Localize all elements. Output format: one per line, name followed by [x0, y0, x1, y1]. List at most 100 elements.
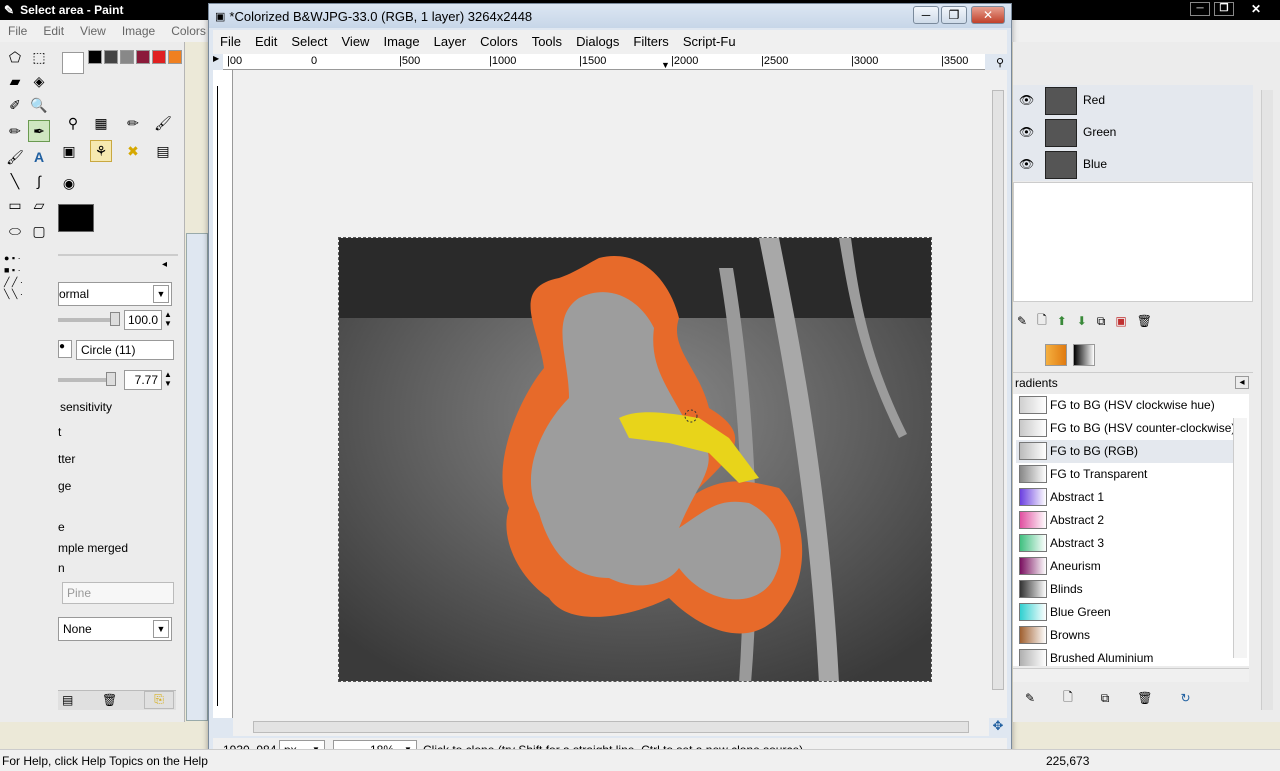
gradient-item[interactable]: Abstract 2 [1016, 509, 1244, 532]
zoom-image-icon[interactable]: ⚲ [993, 56, 1007, 70]
minimize-button[interactable]: ─ [913, 6, 939, 24]
eraser-icon[interactable]: ▰ [4, 70, 26, 92]
close-button[interactable]: ✕ [971, 6, 1005, 24]
gradient-scrollbar[interactable] [1233, 418, 1247, 658]
opacity-spinner-icon[interactable]: ▲ ▼ [164, 310, 172, 328]
gradient-item[interactable]: Abstract 1 [1016, 486, 1244, 509]
bucket-icon[interactable]: ▣ [58, 140, 80, 162]
gradient-tab-icon[interactable] [1045, 344, 1067, 366]
gradient-item[interactable]: Browns [1016, 624, 1244, 647]
scale-slider[interactable] [58, 378, 108, 382]
mode-select[interactable]: ormal ▼ [58, 282, 172, 306]
gradient-item[interactable]: FG to BG (HSV clockwise hue) [1016, 394, 1244, 417]
paintbrush-tool-icon[interactable]: ✏ [122, 112, 144, 134]
new-gradient-icon[interactable]: 🗋 [1063, 688, 1073, 709]
color-swatch-maroon[interactable] [136, 50, 150, 64]
paint-menu-view[interactable]: View [72, 20, 114, 42]
menu-edit[interactable]: Edit [248, 30, 284, 54]
paint-menu-colors[interactable]: Colors [163, 20, 214, 42]
paint-menu-file[interactable]: File [0, 20, 35, 42]
horizontal-scroll-thumb[interactable] [253, 721, 969, 733]
chevron-down-icon[interactable]: ▼ [153, 620, 169, 638]
blend-icon[interactable]: ▦ [90, 112, 112, 134]
color-swatch-red[interactable] [152, 50, 166, 64]
foreground-color-swatch[interactable] [58, 204, 94, 232]
gradient-item[interactable]: FG to BG (HSV counter-clockwise) [1016, 417, 1244, 440]
option-5[interactable]: e [58, 520, 65, 534]
paint-menu-edit[interactable]: Edit [35, 20, 72, 42]
vertical-scrollbar[interactable] [989, 70, 1007, 718]
chevron-down-icon[interactable]: ▼ [153, 285, 169, 303]
image-canvas[interactable] [338, 237, 932, 682]
ellipse-icon[interactable]: ⬭ [4, 220, 26, 242]
refresh-icon[interactable]: ↻ [1181, 691, 1191, 705]
configure-icon[interactable]: ◂ [1235, 376, 1249, 389]
polygon-icon[interactable]: ▱ [28, 194, 50, 216]
menu-select[interactable]: Select [284, 30, 334, 54]
color-picker-icon[interactable]: ✐ [4, 94, 26, 116]
color-swatch-orange[interactable] [168, 50, 182, 64]
free-select-icon[interactable]: ⬠ [4, 46, 26, 68]
scale-slider-handle[interactable] [106, 372, 116, 386]
fill-icon[interactable]: ◈ [28, 70, 50, 92]
duplicate-gradient-icon[interactable]: ⧉ [1101, 691, 1110, 706]
magic-wand-icon[interactable]: ⚲ [62, 112, 84, 134]
clone-icon[interactable]: ⚘ [90, 140, 112, 162]
opacity-slider[interactable] [58, 318, 116, 322]
menu-tools[interactable]: Tools [525, 30, 569, 54]
rect-select-icon[interactable]: ⬚ [28, 46, 50, 68]
line-icon[interactable]: ╲ [4, 170, 26, 192]
gradient-tab-icon-2[interactable] [1073, 344, 1095, 366]
scale-field[interactable]: 7.77 [124, 370, 162, 390]
gradient-item[interactable]: FG to BG (RGB) [1016, 440, 1244, 463]
ink-icon[interactable]: 🖌 [152, 112, 174, 134]
restore-icon[interactable]: ⎘ [144, 691, 174, 709]
menu-script-fu[interactable]: Script-Fu [676, 30, 743, 54]
paint-minimize-button[interactable]: ─ [1190, 2, 1210, 16]
menu-image[interactable]: Image [376, 30, 426, 54]
channel-row-green[interactable]: 👁 Green [1013, 117, 1253, 149]
gradient-item[interactable]: Aneurism [1016, 555, 1244, 578]
alignment-select[interactable]: None ▼ [58, 617, 172, 641]
eye-icon[interactable]: 👁 [1019, 125, 1034, 139]
vertical-scroll-thumb[interactable] [992, 90, 1004, 690]
raise-icon[interactable]: ⬆ [1057, 314, 1067, 328]
gradient-item[interactable]: FG to Transparent [1016, 463, 1244, 486]
quick-mask-menu-icon[interactable]: ▶ [213, 54, 223, 70]
opacity-field[interactable]: 100.0 [124, 310, 162, 330]
gradient-hscrollbar[interactable] [1013, 668, 1249, 682]
menu-dialogs[interactable]: Dialogs [569, 30, 626, 54]
delete-gradient-icon[interactable]: 🗑 [1137, 691, 1152, 705]
configure-icon[interactable]: ◂ [162, 259, 167, 270]
smudge-icon[interactable]: ◉ [58, 172, 80, 194]
paint-restore-button[interactable]: ❐ [1214, 2, 1234, 16]
option-sample-merged[interactable]: mple merged [58, 541, 128, 555]
brush-preview-icon[interactable]: ● [58, 340, 72, 358]
scale-spinner-icon[interactable]: ▲ ▼ [164, 370, 172, 388]
color-swatch-gray2[interactable] [120, 50, 134, 64]
eye-icon[interactable]: 👁 [1019, 157, 1034, 171]
navigate-icon[interactable]: ✥ [989, 718, 1007, 736]
option-2[interactable]: t [58, 425, 61, 439]
menu-layer[interactable]: Layer [427, 30, 474, 54]
option-sensitivity[interactable]: sensitivity [60, 400, 112, 414]
to-selection-icon[interactable]: ▣ [1115, 314, 1126, 328]
option-3[interactable]: tter [58, 452, 75, 466]
heal-icon[interactable]: ✖ [122, 140, 144, 162]
horizontal-scrollbar[interactable] [233, 718, 989, 736]
rounded-rect-icon[interactable]: ▢ [28, 220, 50, 242]
paint-menu-image[interactable]: Image [114, 20, 163, 42]
opacity-slider-handle[interactable] [110, 312, 120, 326]
rectangle-icon[interactable]: ▭ [4, 194, 26, 216]
brush-grid-icon[interactable]: ● ▪ · ■ ▪ · ╱ ╱ · ╲ ╲ · [4, 252, 52, 312]
edit-gradient-icon[interactable]: ✎ [1025, 691, 1035, 705]
gradient-item[interactable]: Abstract 3 [1016, 532, 1244, 555]
brush-name-field[interactable]: Circle (11) [76, 340, 174, 360]
option-7[interactable]: n [58, 561, 65, 575]
menu-filters[interactable]: Filters [626, 30, 675, 54]
palette-white-icon[interactable] [62, 52, 84, 74]
gradient-item[interactable]: Blinds [1016, 578, 1244, 601]
perspective-clone-icon[interactable]: ▤ [152, 140, 174, 162]
option-4[interactable]: ge [58, 479, 71, 493]
text-icon[interactable]: A [28, 146, 50, 168]
